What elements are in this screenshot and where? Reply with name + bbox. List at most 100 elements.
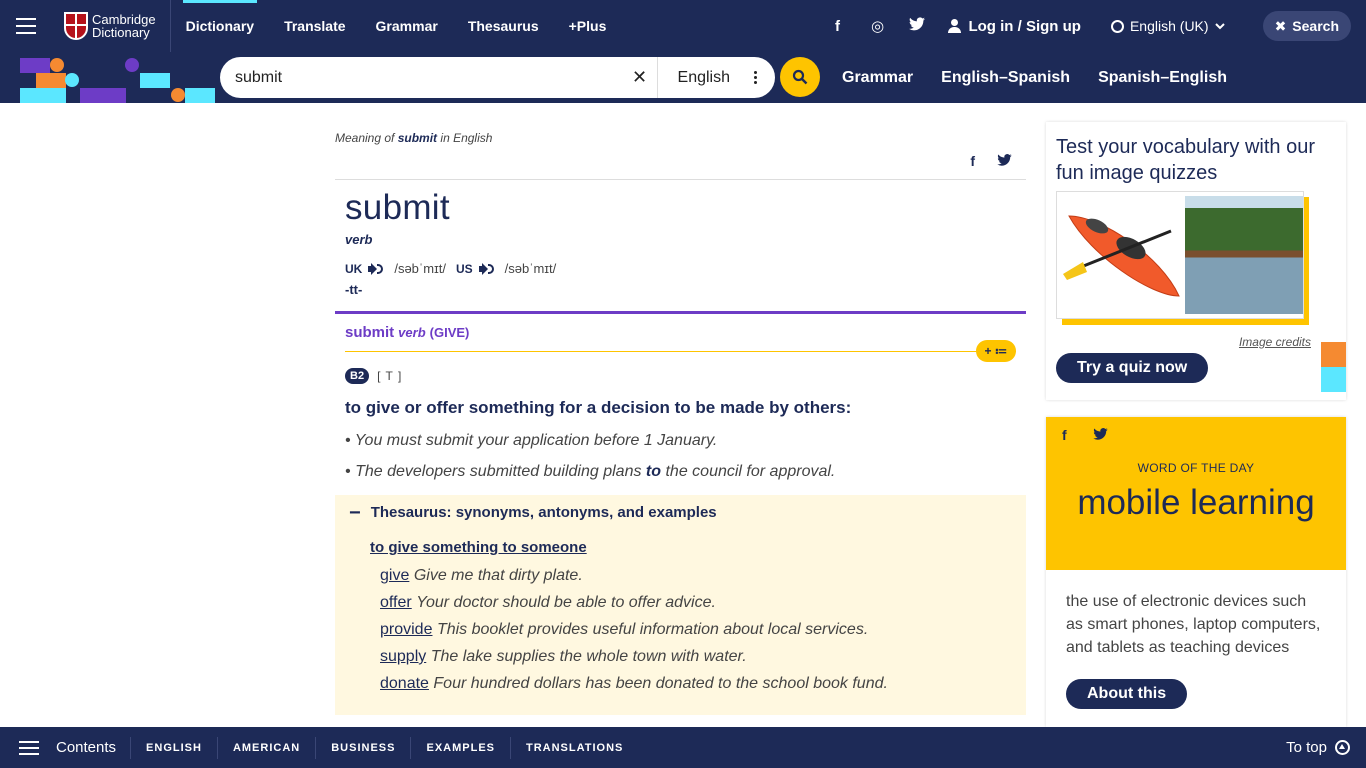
login-label: Log in / Sign up [968,17,1081,35]
logo-line-2: Dictionary [92,25,150,40]
inflection: -tt- [345,282,363,297]
twitter-icon[interactable] [997,153,1012,169]
nav-plus[interactable]: +Plus [554,0,622,52]
synonym-item: supply The lake supplies the whole town … [380,648,747,665]
level-badge: B2 [345,368,370,384]
chevron-down-icon [1214,22,1225,29]
synonym-link[interactable]: donate [380,675,429,692]
synonym-link[interactable]: provide [380,621,432,638]
thesaurus-box: − Thesaurus: synonyms, antonyms, and exa… [335,495,1026,715]
example-sentence: • You must submit your application befor… [345,432,718,449]
uk-audio-icon[interactable] [368,263,384,275]
bottom-bar: Contents ENGLISH AMERICAN BUSINESS EXAMP… [0,727,1366,768]
nav-grammar[interactable]: Grammar [361,0,453,52]
dictionary-selector[interactable]: English [658,69,775,87]
close-icon: ✖ [1274,17,1287,34]
uk-ipa: /səbˈmɪt/ [394,261,446,276]
quiz-images[interactable] [1056,191,1309,325]
dictionary-entry: Meaning of submit in English f submit ve… [335,103,1026,715]
link-spanish-english[interactable]: Spanish–English [1098,69,1227,87]
decorative-pattern [20,58,215,103]
sense-labels: B2 [ T ] [335,368,1026,384]
facebook-icon[interactable]: f [1062,427,1067,443]
add-to-wordlist-button[interactable]: + ≔ [976,340,1016,362]
top-nav: Cambridge Dictionary Dictionary Translat… [0,0,1366,52]
contents-menu-icon[interactable] [0,740,58,755]
thesaurus-topic-link[interactable]: to give something to someone [370,539,1026,556]
synonym-link[interactable]: offer [380,594,412,611]
clear-icon[interactable]: ✕ [623,67,657,88]
tab-translations[interactable]: TRANSLATIONS [510,736,638,759]
sense-header: submit verb (GIVE) [345,324,470,341]
meaning-caption: Meaning of submit in English [335,131,493,145]
thesaurus-toggle[interactable]: − Thesaurus: synonyms, antonyms, and exa… [349,501,1026,524]
entry-head: submit verb UK /səbˈmɪt/ US /səbˈmɪt/ -t… [335,188,1026,297]
synonym-item: provide This booklet provides useful inf… [380,621,869,638]
link-english-spanish[interactable]: English–Spanish [941,69,1070,87]
facebook-icon[interactable]: f [828,18,846,35]
us-label: US [455,261,473,276]
arrow-up-icon [1335,740,1350,755]
kayak-image [1063,215,1180,297]
side-decoration [1321,342,1346,392]
try-quiz-button[interactable]: Try a quiz now [1056,353,1209,383]
search-box: submit ✕ English [220,57,775,98]
quick-links: Grammar English–Spanish Spanish–English [842,52,1227,103]
user-icon [948,19,962,33]
entry-share: f [335,149,1026,173]
definition: to give or offer something for a decisio… [345,398,852,417]
header-search-button[interactable]: ✖ Search [1262,11,1351,41]
language-selector[interactable]: English (UK) [1110,18,1263,34]
wotd-label: WORD OF THE DAY [1137,461,1255,475]
synonym-item: give Give me that dirty plate. [380,567,583,584]
nav-dictionary[interactable]: Dictionary [171,0,269,52]
part-of-speech: verb [345,232,373,247]
tab-american[interactable]: AMERICAN [216,736,315,759]
barge-image [1185,196,1303,314]
contents-link[interactable]: Contents [56,739,130,756]
search-submit-button[interactable] [780,57,820,97]
twitter-icon[interactable] [908,17,926,35]
quiz-card: Test your vocabulary with our fun image … [1046,122,1346,400]
tab-english[interactable]: ENGLISH [130,736,217,759]
grammar-code: [ T ] [377,369,403,383]
wotd-definition: the use of electronic devices such as sm… [1066,593,1321,656]
headword: submit [345,188,450,227]
synonym-item: offer Your doctor should be able to offe… [380,594,716,611]
more-options-icon [754,71,757,84]
pronunciation: UK /səbˈmɪt/ US /səbˈmɪt/ [345,261,1026,276]
word-of-the-day-card: f WORD OF THE DAY mobile learning the us… [1046,417,1346,727]
about-this-button[interactable]: About this [1066,679,1188,709]
main-nav: Dictionary Translate Grammar Thesaurus +… [171,0,622,52]
image-credits-link[interactable]: Image credits [1056,335,1336,349]
synonym-link[interactable]: supply [380,648,426,665]
search-input[interactable]: submit [220,69,623,87]
cambridge-logo[interactable]: Cambridge Dictionary [52,0,171,52]
quiz-title: Test your vocabulary with our fun image … [1056,136,1316,184]
synonym-item: donate Four hundred dollars has been don… [380,675,888,692]
dictionary-label: English [677,68,730,86]
collapse-icon: − [349,501,361,524]
crest-icon [64,12,88,40]
menu-icon[interactable] [0,0,52,52]
login-link[interactable]: Log in / Sign up [948,18,1110,35]
globe-icon [1110,19,1124,33]
to-top-label: To top [1286,739,1327,756]
search-icon [792,69,808,85]
twitter-icon[interactable] [1092,427,1108,443]
instagram-icon[interactable]: ◎ [868,17,886,35]
thesaurus-title: Thesaurus: synonyms, antonyms, and examp… [370,504,717,521]
tab-examples[interactable]: EXAMPLES [410,736,510,759]
wotd-share: f [1046,417,1346,443]
tab-business[interactable]: BUSINESS [315,736,410,759]
nav-thesaurus[interactable]: Thesaurus [453,0,554,52]
search-bar-row: submit ✕ English Grammar English–Spanish… [0,52,1366,103]
nav-translate[interactable]: Translate [269,0,360,52]
wotd-word[interactable]: mobile learning [1046,483,1346,523]
facebook-icon[interactable]: f [970,153,975,169]
us-audio-icon[interactable] [478,263,494,275]
social-links: f ◎ [828,17,948,35]
to-top-link[interactable]: To top [1286,739,1350,756]
synonym-link[interactable]: give [380,567,409,584]
link-grammar[interactable]: Grammar [842,69,913,87]
